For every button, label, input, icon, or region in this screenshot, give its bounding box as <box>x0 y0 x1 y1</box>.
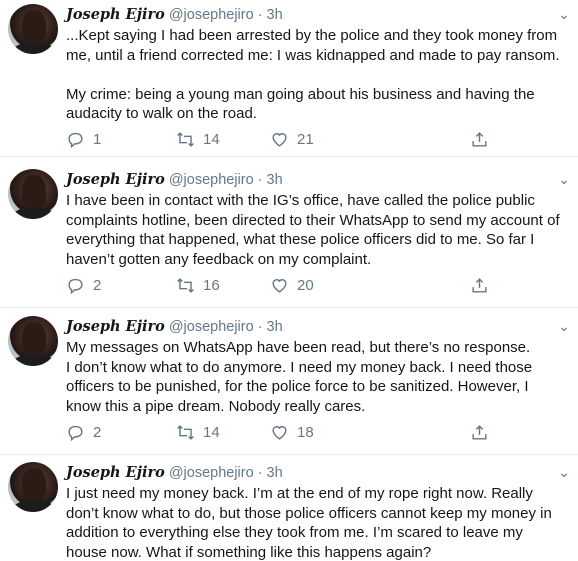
tweet-actions: 2 14 18 <box>66 423 506 443</box>
tweet[interactable]: Joseph Ejiro @josephejiro · 3h ⌄ I just … <box>0 458 578 561</box>
avatar[interactable] <box>8 316 58 366</box>
tweet-header: Joseph Ejiro @josephejiro · 3h <box>66 464 283 481</box>
tweet-header: Joseph Ejiro @josephejiro · 3h <box>66 171 283 188</box>
tweet-text: My messages on WhatsApp have been read, … <box>66 338 566 416</box>
author-name[interactable]: Joseph Ejiro <box>66 318 165 335</box>
reply-button[interactable]: 2 <box>66 423 101 442</box>
timestamp[interactable]: · 3h <box>258 7 283 23</box>
reply-icon <box>68 278 83 295</box>
retweet-count: 14 <box>203 424 220 441</box>
timestamp[interactable]: · 3h <box>258 172 283 188</box>
tweet-actions: 2 16 20 <box>66 276 506 296</box>
avatar[interactable] <box>8 169 58 219</box>
heart-icon <box>272 426 287 440</box>
tweet-line: ...Kept saying I had been arrested by th… <box>66 27 560 64</box>
author-handle[interactable]: @josephejiro <box>169 465 254 481</box>
author-name[interactable]: Joseph Ejiro <box>66 464 165 481</box>
chevron-down-icon[interactable]: ⌄ <box>558 318 570 335</box>
tweet-text: I just need my money back. I’m at the en… <box>66 484 566 561</box>
tweet-header: Joseph Ejiro @josephejiro · 3h <box>66 318 283 335</box>
reply-icon <box>68 425 83 442</box>
author-handle[interactable]: @josephejiro <box>169 319 254 335</box>
reply-icon <box>68 132 83 149</box>
retweet-icon <box>177 132 194 147</box>
reply-button[interactable]: 1 <box>66 130 101 149</box>
tweet[interactable]: Joseph Ejiro @josephejiro · 3h ⌄ ...Kept… <box>0 0 578 157</box>
tweet-line: I have been in contact with the IG’s off… <box>66 192 560 268</box>
avatar[interactable] <box>8 462 58 512</box>
tweet-text: I have been in contact with the IG’s off… <box>66 191 566 269</box>
chevron-down-icon[interactable]: ⌄ <box>558 6 570 23</box>
like-button[interactable]: 20 <box>270 276 314 295</box>
tweet-line: I don’t know what to do anymore. I need … <box>66 358 533 415</box>
timestamp[interactable]: · 3h <box>258 465 283 481</box>
share-icon <box>472 278 487 293</box>
retweet-icon <box>177 278 194 293</box>
tweet-header: Joseph Ejiro @josephejiro · 3h <box>66 6 283 23</box>
tweet[interactable]: Joseph Ejiro @josephejiro · 3h ⌄ I have … <box>0 165 578 308</box>
reply-count: 2 <box>93 424 102 441</box>
share-icon <box>472 132 487 147</box>
author-handle[interactable]: @josephejiro <box>169 7 254 23</box>
heart-icon <box>272 279 287 293</box>
like-count: 21 <box>297 131 314 148</box>
chevron-down-icon[interactable]: ⌄ <box>558 171 570 188</box>
share-button[interactable] <box>470 130 489 149</box>
reply-button[interactable]: 2 <box>66 276 101 295</box>
reply-count: 2 <box>93 277 102 294</box>
retweet-count: 16 <box>203 277 220 294</box>
like-button[interactable]: 21 <box>270 130 314 149</box>
chevron-down-icon[interactable]: ⌄ <box>558 464 570 481</box>
author-name[interactable]: Joseph Ejiro <box>66 6 165 23</box>
like-count: 20 <box>297 277 314 294</box>
tweet-line: I just need my money back. I’m at the en… <box>66 485 552 561</box>
heart-icon <box>272 133 287 147</box>
retweet-count: 14 <box>203 131 220 148</box>
tweet-line: My crime: being a young man going about … <box>66 85 535 123</box>
tweet-line: My messages on WhatsApp have been read, … <box>66 339 531 356</box>
retweet-icon <box>177 425 194 440</box>
like-count: 18 <box>297 424 314 441</box>
tweet-actions: 1 14 21 <box>66 130 506 150</box>
share-button[interactable] <box>470 423 489 442</box>
retweet-button[interactable]: 16 <box>176 276 220 295</box>
share-button[interactable] <box>470 276 489 295</box>
author-name[interactable]: Joseph Ejiro <box>66 171 165 188</box>
tweet-text: ...Kept saying I had been arrested by th… <box>66 26 566 124</box>
reply-count: 1 <box>93 131 102 148</box>
tweet[interactable]: Joseph Ejiro @josephejiro · 3h ⌄ My mess… <box>0 312 578 455</box>
avatar[interactable] <box>8 4 58 54</box>
like-button[interactable]: 18 <box>270 423 314 442</box>
retweet-button[interactable]: 14 <box>176 423 220 442</box>
timestamp[interactable]: · 3h <box>258 319 283 335</box>
share-icon <box>472 425 487 440</box>
author-handle[interactable]: @josephejiro <box>169 172 254 188</box>
retweet-button[interactable]: 14 <box>176 130 220 149</box>
